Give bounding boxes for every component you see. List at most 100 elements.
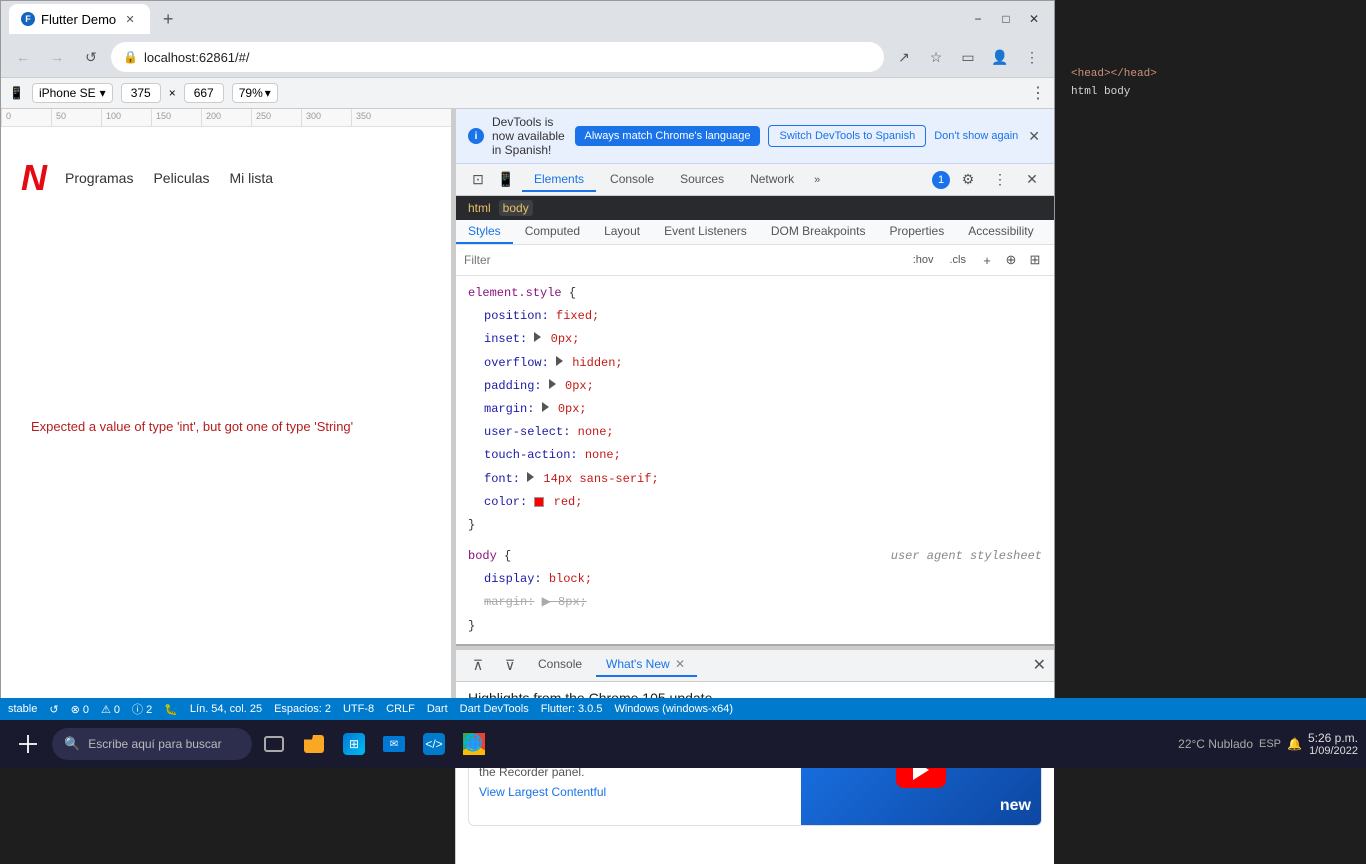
window-close-button[interactable]: ✕ (1022, 7, 1046, 31)
status-position: Lín. 54, col. 25 (190, 703, 262, 715)
zoom-selector[interactable]: 79% ▾ (232, 83, 278, 103)
ruler-tick-200: 200 (201, 109, 251, 126)
title-bar: F Flutter Demo ✕ + − □ ✕ (1, 1, 1054, 37)
browser-tab[interactable]: F Flutter Demo ✕ (9, 4, 150, 34)
url-bar[interactable]: 🔒 localhost:62861/#/ (111, 42, 884, 72)
tab-console[interactable]: Console (598, 168, 666, 192)
taskbar-search[interactable]: 🔍 Escribe aquí para buscar (52, 728, 252, 760)
vscode-panel: <head></head> html body (1055, 0, 1366, 710)
styles-tab-properties[interactable]: Properties (878, 220, 957, 244)
start-button[interactable] (8, 724, 48, 764)
dismiss-button[interactable]: Don't show again (934, 130, 1018, 142)
vscode-button[interactable]: </> (416, 726, 452, 762)
bottom-panel-expand-button[interactable]: ⊼ (464, 651, 492, 679)
new-style-rule-button[interactable]: ⊕ (1000, 249, 1022, 271)
styles-tab-layout[interactable]: Layout (592, 220, 652, 244)
devtools-close-button[interactable]: ✕ (1018, 166, 1046, 194)
ruler-horizontal: 0 50 100 150 200 250 300 350 (1, 109, 451, 127)
microsoft-store-button[interactable]: ⊞ (336, 726, 372, 762)
inspector-tools: ⊡ 📱 (464, 166, 520, 194)
bookmark-button[interactable]: ☆ (922, 43, 950, 71)
new-badge: new (1000, 797, 1031, 815)
chrome-button[interactable]: 🌐 (456, 726, 492, 762)
width-input[interactable] (121, 83, 161, 103)
css-rule-body-close: } (456, 615, 1054, 638)
switch-spanish-button[interactable]: Switch DevTools to Spanish (768, 125, 926, 147)
file-explorer-button[interactable] (296, 726, 332, 762)
devtools-tabs: ⊡ 📱 Elements Console Sources Network » 1… (456, 164, 1054, 196)
styles-tab-accessibility[interactable]: Accessibility (956, 220, 1045, 244)
status-language: Dart (427, 703, 448, 715)
devtools-settings-button[interactable]: ⚙ (954, 166, 982, 194)
device-mode-button[interactable]: 📱 (492, 166, 520, 194)
tab-network[interactable]: Network (738, 168, 806, 192)
whats-new-close-button[interactable]: ✕ (673, 657, 687, 671)
info-banner-close-button[interactable]: ✕ (1026, 126, 1042, 147)
device-toolbar-more-icon[interactable]: ⋮ (1030, 83, 1046, 103)
window-restore-button[interactable]: □ (994, 7, 1018, 31)
status-branch: stable (8, 703, 37, 715)
flutter-app: N Programas Peliculas Mi lista Expected … (1, 127, 451, 711)
breadcrumb-html[interactable]: html (468, 201, 491, 215)
share-button[interactable]: ↗ (890, 43, 918, 71)
styles-tab-event-listeners[interactable]: Event Listeners (652, 220, 759, 244)
windows-logo-icon (19, 735, 37, 753)
status-encoding: UTF-8 (343, 703, 374, 715)
toggle-css-class-button[interactable]: ⊞ (1024, 249, 1046, 271)
nav-programas[interactable]: Programas (65, 170, 133, 186)
update-card-more-link[interactable]: View Largest Contentful (479, 785, 779, 799)
mail-button[interactable]: ✉ (376, 726, 412, 762)
task-view-button[interactable] (256, 726, 292, 762)
taskbar-icons: ⊞ ✉ </> 🌐 (256, 726, 492, 762)
css-property-padding: padding: 0px; (456, 375, 1054, 398)
filter-cls-button[interactable]: .cls (944, 252, 973, 268)
window-controls: − □ ✕ (966, 7, 1046, 31)
more-tabs-button[interactable]: » (808, 170, 826, 190)
window-minimize-button[interactable]: − (966, 7, 990, 31)
devtools-more-button[interactable]: ⋮ (986, 166, 1014, 194)
zoom-value: 79% (239, 86, 263, 100)
reload-button[interactable]: ↺ (77, 43, 105, 71)
nav-mi-lista[interactable]: Mi lista (230, 170, 274, 186)
taskbar-right: 22°C Nublado ESP 🔔 5:26 p.m. 1/09/2022 (1178, 731, 1358, 757)
devtools-info-banner: i DevTools is now available in Spanish! … (456, 109, 1054, 164)
css-area[interactable]: element.style { position: fixed; inset: … (456, 276, 1054, 644)
info-icon: i (468, 128, 484, 144)
tab-sources[interactable]: Sources (668, 168, 736, 192)
css-property-margin: margin: 0px; (456, 398, 1054, 421)
color-swatch-red[interactable] (534, 497, 544, 507)
css-rule-element-style-close: } (456, 514, 1054, 537)
tab-bar: F Flutter Demo ✕ + (9, 4, 958, 34)
filter-pseudo-button[interactable]: :hov (907, 252, 940, 268)
height-input[interactable] (184, 83, 224, 103)
status-errors: ⊗ 0 (71, 703, 89, 716)
menu-button[interactable]: ⋮ (1018, 43, 1046, 71)
bottom-panel-close-button[interactable]: ✕ (1033, 655, 1046, 675)
tab-close-button[interactable]: ✕ (122, 11, 138, 27)
bottom-tab-console[interactable]: Console (528, 653, 592, 677)
css-property-font: font: 14px sans-serif; (456, 468, 1054, 491)
taskbar: 🔍 Escribe aquí para buscar ⊞ ✉ </> 🌐 22°… (0, 720, 1366, 768)
status-spaces: Espacios: 2 (274, 703, 331, 715)
profile-button[interactable]: 👤 (986, 43, 1014, 71)
tab-elements[interactable]: Elements (522, 168, 596, 192)
forward-button[interactable]: → (43, 43, 71, 71)
styles-tab-styles[interactable]: Styles (456, 220, 513, 244)
add-style-rule-button[interactable]: + (976, 249, 998, 271)
bottom-panel-collapse-button[interactable]: ⊽ (496, 651, 524, 679)
match-language-button[interactable]: Always match Chrome's language (575, 126, 761, 146)
styles-tab-computed[interactable]: Computed (513, 220, 592, 244)
bottom-tab-whats-new[interactable]: What's New ✕ (596, 653, 697, 677)
back-button[interactable]: ← (9, 43, 37, 71)
cast-button[interactable]: ▭ (954, 43, 982, 71)
breadcrumb-body[interactable]: body (499, 200, 533, 216)
address-bar: ← → ↺ 🔒 localhost:62861/#/ ↗ ☆ ▭ 👤 ⋮ (1, 37, 1054, 77)
device-selector[interactable]: iPhone SE ▾ (32, 83, 113, 103)
inspect-element-button[interactable]: ⊡ (464, 166, 492, 194)
nav-peliculas[interactable]: Peliculas (153, 170, 209, 186)
new-tab-button[interactable]: + (154, 5, 182, 33)
styles-tab-dom-breakpoints[interactable]: DOM Breakpoints (759, 220, 878, 244)
vscode-status-bar: stable ↺ ⊗ 0 ⚠ 0 ⓘ 2 🐛 Lín. 54, col. 25 … (0, 698, 1366, 720)
whats-new-label: What's New (606, 657, 670, 671)
filter-input[interactable] (464, 253, 903, 267)
